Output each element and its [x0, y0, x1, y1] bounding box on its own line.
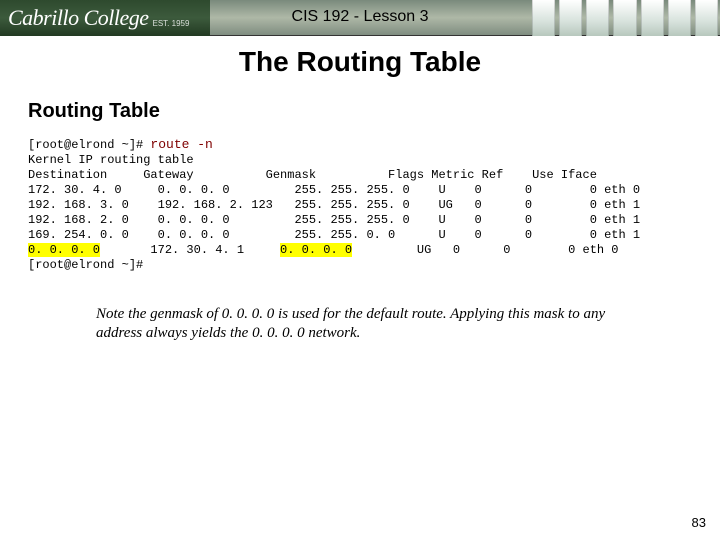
- default-route-genmask: 0. 0. 0. 0: [280, 243, 352, 257]
- slide-title: The Routing Table: [0, 46, 720, 78]
- kernel-header: Kernel IP routing table: [28, 153, 194, 167]
- section-title: Routing Table: [28, 100, 720, 123]
- shell-prompt-end: [root@elrond ~]#: [28, 258, 143, 272]
- default-route-gateway: 172. 30. 4. 1: [100, 243, 280, 257]
- route-row: 169. 254. 0. 0 0. 0. 0. 0 255. 255. 0. 0…: [28, 228, 640, 242]
- terminal-output: [root@elrond ~]# route -n Kernel IP rout…: [28, 137, 720, 273]
- default-route-rest: UG 0 0 0 eth 0: [352, 243, 618, 257]
- page-number: 83: [692, 515, 706, 530]
- command-text: route -n: [150, 137, 212, 152]
- footnote: Note the genmask of 0. 0. 0. 0 is used f…: [96, 305, 650, 343]
- route-row: 172. 30. 4. 0 0. 0. 0. 0 255. 255. 255. …: [28, 183, 640, 197]
- columns-header: Destination Gateway Genmask Flags Metric…: [28, 168, 597, 182]
- route-row: 192. 168. 2. 0 0. 0. 0. 0 255. 255. 255.…: [28, 213, 640, 227]
- header-pillars: [530, 0, 720, 36]
- header-banner: Cabrillo College EST. 1959 CIS 192 - Les…: [0, 0, 720, 36]
- route-row: 192. 168. 3. 0 192. 168. 2. 123 255. 255…: [28, 198, 640, 212]
- default-route-dest: 0. 0. 0. 0: [28, 243, 100, 257]
- shell-prompt: [root@elrond ~]#: [28, 138, 150, 152]
